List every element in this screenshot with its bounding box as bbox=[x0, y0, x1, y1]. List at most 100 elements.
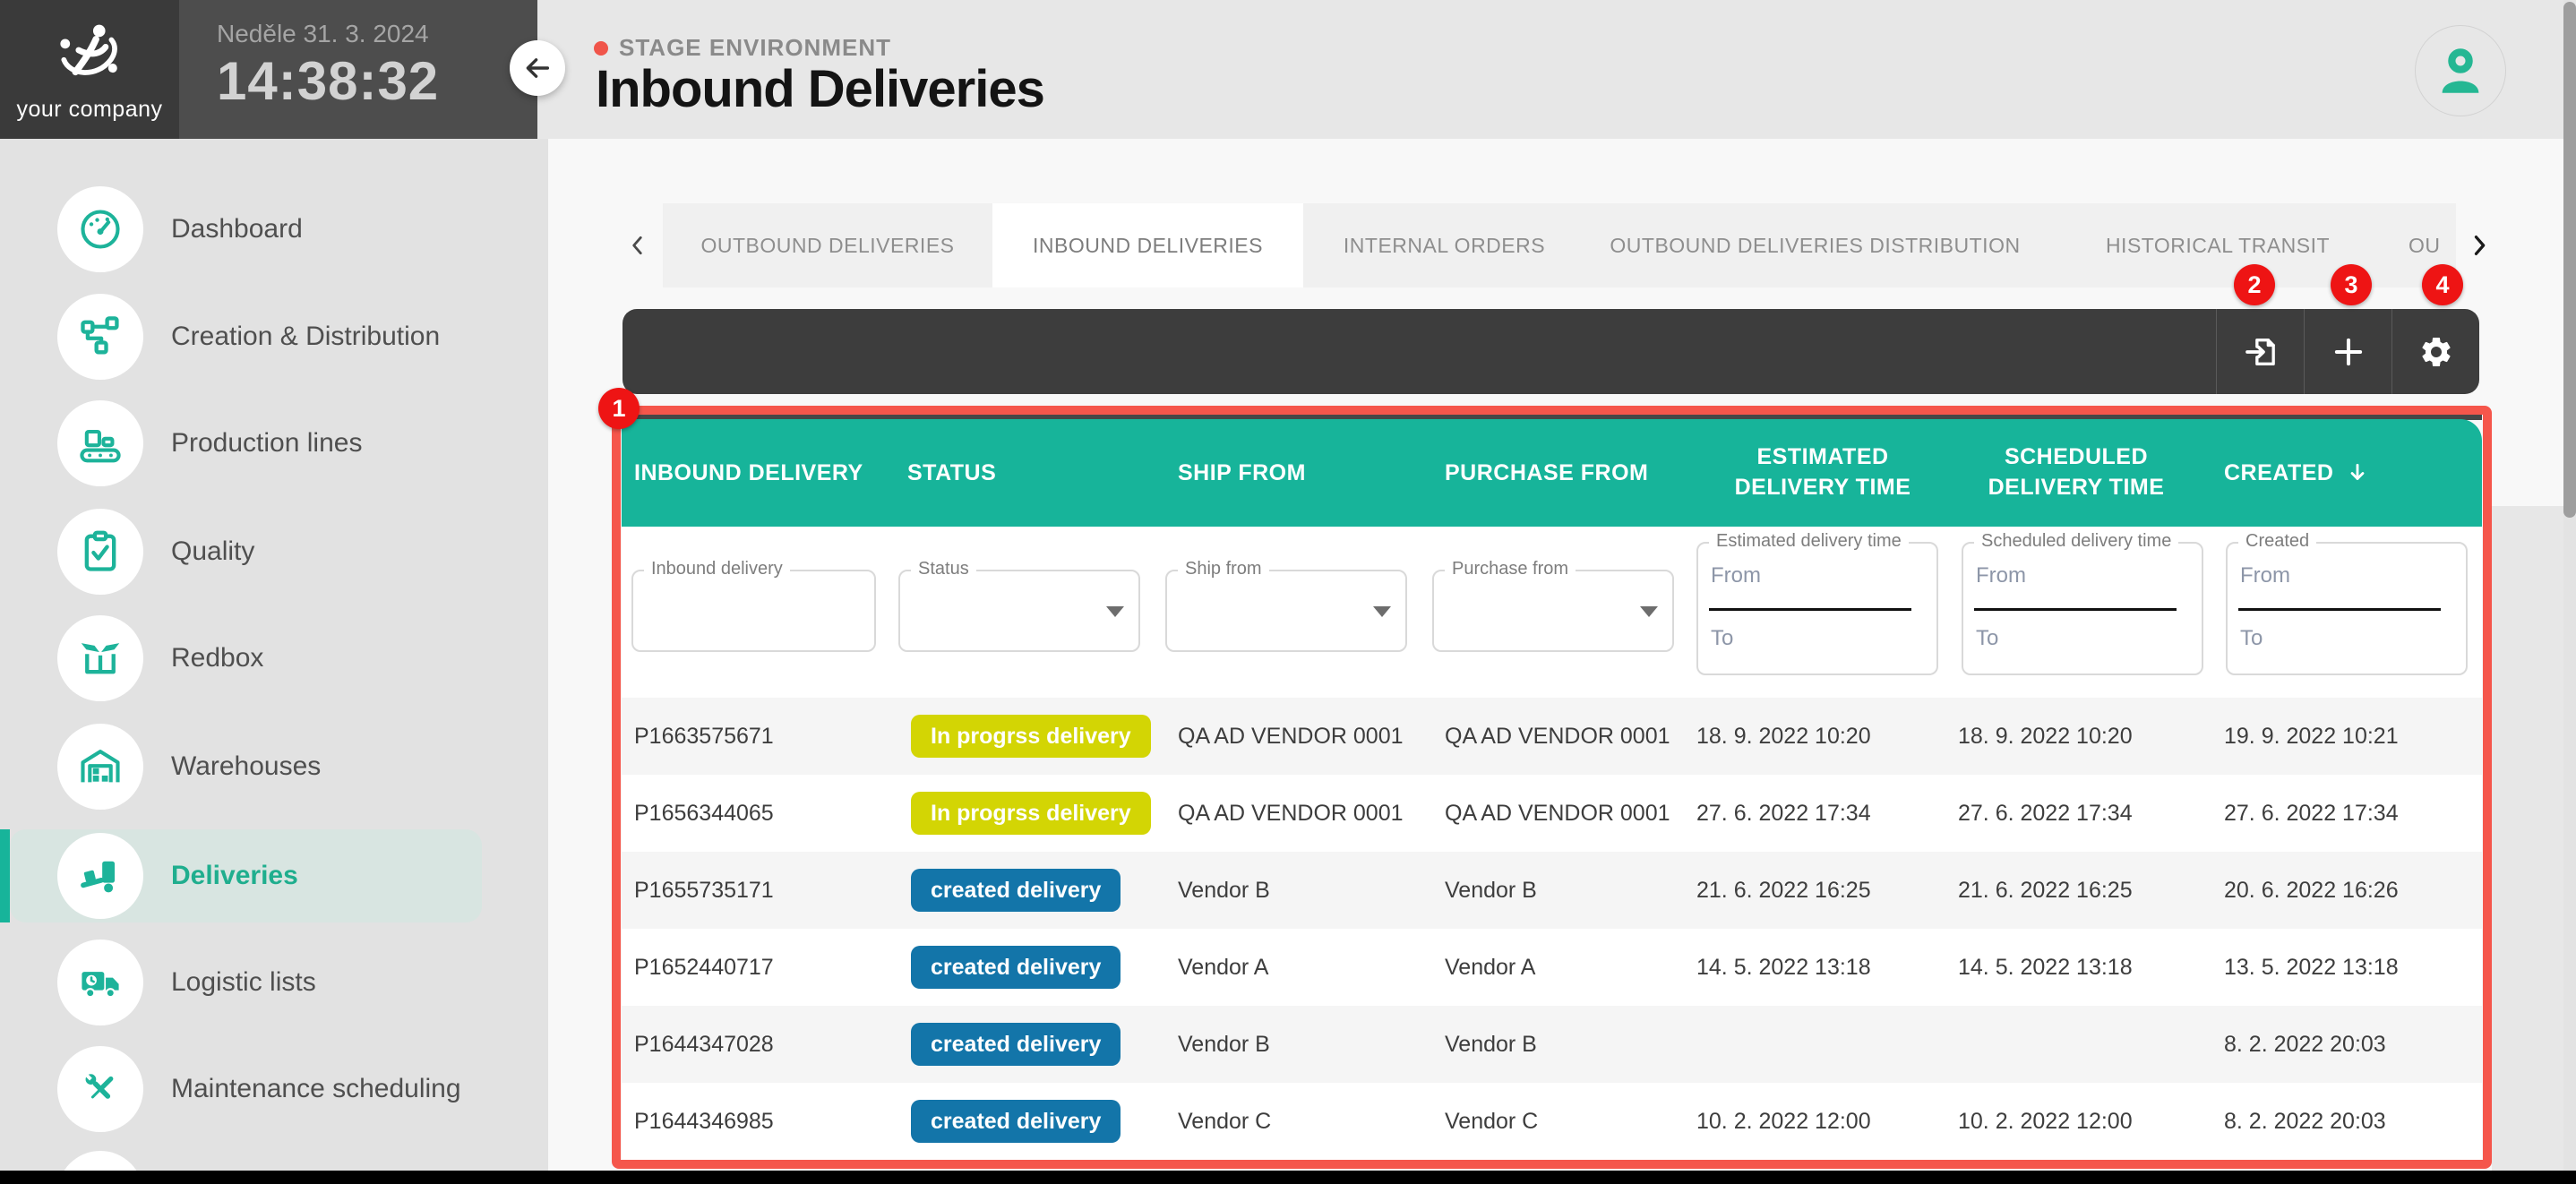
sidebar-item-label: Redbox bbox=[171, 612, 263, 705]
column-header-purchase-from[interactable]: PURCHASE FROM bbox=[1432, 419, 1696, 527]
table-toolbar bbox=[623, 309, 2479, 394]
cell-ship-from: Vendor B bbox=[1165, 1006, 1432, 1083]
filter-ship-from-select[interactable]: Ship from bbox=[1165, 570, 1407, 652]
user-avatar-button[interactable] bbox=[2415, 25, 2506, 116]
cell-estimated bbox=[1696, 1006, 1949, 1083]
cell-estimated: 21. 6. 2022 16:25 bbox=[1696, 852, 1949, 929]
table-row[interactable]: P1652440717 created delivery Vendor A Ve… bbox=[622, 929, 2482, 1006]
sidebar-item-deliveries[interactable]: Deliveries bbox=[0, 829, 548, 922]
status-badge: created delivery bbox=[911, 869, 1121, 912]
column-header-status[interactable]: STATUS bbox=[895, 419, 1165, 527]
cell-ship-from: QA AD VENDOR 0001 bbox=[1165, 698, 1432, 775]
company-logo-block: your company bbox=[0, 0, 179, 139]
dropdown-caret-icon bbox=[1106, 606, 1124, 617]
column-header-ship-from[interactable]: SHIP FROM bbox=[1165, 419, 1432, 527]
filter-status-select[interactable]: Status bbox=[898, 570, 1140, 652]
filter-created-to-input[interactable] bbox=[2240, 626, 2478, 651]
table-row[interactable]: P1644347028 created delivery Vendor B Ve… bbox=[622, 1006, 2482, 1083]
cell-inbound-delivery: P1644346985 bbox=[622, 1083, 895, 1160]
tabs-scroll-right-button[interactable] bbox=[2458, 203, 2501, 287]
environment-label: STAGE ENVIRONMENT bbox=[619, 34, 891, 62]
sidebar-item-label: Production lines bbox=[171, 397, 362, 490]
sidebar-item-logistic-lists[interactable]: Logistic lists bbox=[0, 936, 548, 1029]
environment-indicator: STAGE ENVIRONMENT bbox=[594, 34, 891, 62]
annotation-badge-4: 4 bbox=[2422, 264, 2463, 305]
back-button[interactable] bbox=[510, 40, 565, 96]
column-header-created[interactable]: CREATED bbox=[2203, 419, 2482, 527]
cell-status: In progrss delivery bbox=[895, 775, 1165, 852]
cell-status: created delivery bbox=[895, 1083, 1165, 1160]
table-header-row: INBOUND DELIVERY STATUS SHIP FROM PURCHA… bbox=[622, 419, 2482, 527]
sidebar-item-production-lines[interactable]: Production lines bbox=[0, 397, 548, 490]
add-icon bbox=[2330, 333, 2367, 371]
range-divider bbox=[1974, 608, 2177, 611]
cell-status: created delivery bbox=[895, 1006, 1165, 1083]
filter-estimated-delivery-time: Estimated delivery time bbox=[1696, 542, 1938, 675]
cell-status: created delivery bbox=[895, 852, 1165, 929]
tab-inbound-deliveries[interactable]: INBOUND DELIVERIES bbox=[992, 203, 1303, 287]
sidebar-item-dashboard[interactable]: Dashboard bbox=[0, 183, 548, 276]
export-button[interactable] bbox=[2216, 309, 2304, 394]
cell-purchase-from: Vendor B bbox=[1432, 852, 1696, 929]
sidebar-item-quality[interactable]: Quality bbox=[0, 505, 548, 598]
cell-ship-from: Vendor B bbox=[1165, 852, 1432, 929]
cell-estimated: 18. 9. 2022 10:20 bbox=[1696, 698, 1949, 775]
table-row[interactable]: P1656344065 In progrss delivery QA AD VE… bbox=[622, 775, 2482, 852]
sidebar-item-redbox[interactable]: Redbox bbox=[0, 612, 548, 705]
filter-scheduled-to-input[interactable] bbox=[1976, 626, 2214, 651]
cell-inbound-delivery: P1644347028 bbox=[622, 1006, 895, 1083]
cell-scheduled: 10. 2. 2022 12:00 bbox=[1949, 1083, 2203, 1160]
table-filter-row: Inbound delivery Status Ship from Purcha… bbox=[622, 527, 2482, 698]
status-badge: created delivery bbox=[911, 946, 1121, 989]
filter-purchase-from-select[interactable]: Purchase from bbox=[1432, 570, 1674, 652]
status-badge: In progrss delivery bbox=[911, 792, 1151, 835]
scrollbar-thumb[interactable] bbox=[2563, 2, 2576, 518]
truck-clock-icon bbox=[77, 959, 124, 1006]
sidebar-item-maintenance-scheduling[interactable]: Maintenance scheduling bbox=[0, 1042, 548, 1136]
filter-inbound-delivery[interactable]: Inbound delivery bbox=[631, 570, 876, 652]
cell-ship-from: Vendor A bbox=[1165, 929, 1432, 1006]
cell-purchase-from: Vendor A bbox=[1432, 929, 1696, 1006]
filter-created-from-input[interactable] bbox=[2240, 563, 2453, 588]
chevron-left-icon bbox=[626, 230, 649, 261]
sidebar-item-warehouses[interactable]: Warehouses bbox=[0, 720, 548, 813]
company-logo-icon bbox=[48, 16, 131, 93]
cell-created: 8. 2. 2022 20:03 bbox=[2203, 1006, 2482, 1083]
sidebar-item-creation-distribution[interactable]: Creation & Distribution bbox=[0, 290, 548, 383]
cell-inbound-delivery: P1652440717 bbox=[622, 929, 895, 1006]
back-arrow-icon bbox=[522, 53, 553, 83]
range-divider bbox=[2238, 608, 2441, 611]
tab-outbound-deliveries-distribution[interactable]: OUTBOUND DELIVERIES DISTRIBUTION bbox=[1585, 203, 2045, 287]
warehouse-icon bbox=[77, 743, 124, 790]
cell-created: 27. 6. 2022 17:34 bbox=[2203, 775, 2482, 852]
column-header-scheduled-delivery-time[interactable]: SCHEDULED DELIVERY TIME bbox=[1949, 419, 2203, 527]
cell-estimated: 27. 6. 2022 17:34 bbox=[1696, 775, 1949, 852]
tabs-scroll-left-button[interactable] bbox=[616, 203, 659, 287]
annotation-badge-2: 2 bbox=[2234, 264, 2275, 305]
tab-internal-orders[interactable]: INTERNAL ORDERS bbox=[1303, 203, 1585, 287]
cell-ship-from: QA AD VENDOR 0001 bbox=[1165, 775, 1432, 852]
table-row[interactable]: P1663575671 In progrss delivery QA AD VE… bbox=[622, 698, 2482, 775]
table-row[interactable]: P1644346985 created delivery Vendor C Ve… bbox=[622, 1083, 2482, 1160]
sidebar-item-label: Quality bbox=[171, 505, 254, 598]
column-header-estimated-delivery-time[interactable]: ESTIMATED DELIVERY TIME bbox=[1696, 419, 1949, 527]
clock-time: 14:38:32 bbox=[217, 50, 537, 112]
filter-scheduled-from-input[interactable] bbox=[1976, 563, 2189, 588]
cell-created: 13. 5. 2022 13:18 bbox=[2203, 929, 2482, 1006]
distribution-nodes-icon bbox=[77, 313, 124, 360]
tab-outbound-deliveries[interactable]: OUTBOUND DELIVERIES bbox=[663, 203, 992, 287]
table-row[interactable]: P1655735171 created delivery Vendor B Ve… bbox=[622, 852, 2482, 929]
column-header-inbound-delivery[interactable]: INBOUND DELIVERY bbox=[622, 419, 895, 527]
sort-descending-icon bbox=[2346, 461, 2369, 485]
export-document-icon bbox=[2243, 334, 2279, 370]
filter-estimated-to-input[interactable] bbox=[1711, 626, 1949, 651]
clock-block: Neděle 31. 3. 2024 14:38:32 bbox=[179, 0, 537, 139]
filter-estimated-from-input[interactable] bbox=[1711, 563, 1924, 588]
sidebar-item-label: Creation & Distribution bbox=[171, 290, 440, 383]
range-divider bbox=[1709, 608, 1911, 611]
gauge-icon bbox=[77, 206, 124, 253]
cell-scheduled: 18. 9. 2022 10:20 bbox=[1949, 698, 2203, 775]
settings-button[interactable] bbox=[2391, 309, 2479, 394]
company-logo-text: your company bbox=[16, 97, 162, 123]
add-button[interactable] bbox=[2304, 309, 2391, 394]
